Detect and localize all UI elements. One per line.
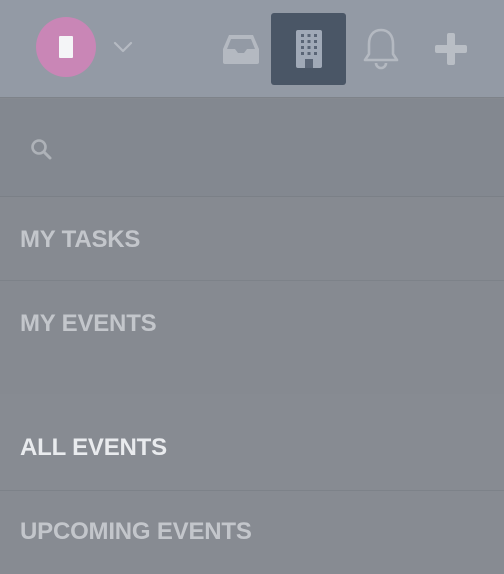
plus-icon — [434, 33, 467, 65]
nav-item-upcoming-events[interactable]: UPCOMING EVENTS — [20, 518, 252, 546]
nav-item-my-tasks[interactable]: MY TASKS — [20, 226, 140, 254]
divider — [0, 280, 504, 281]
nav-group-events — [0, 394, 504, 574]
nav-item-all-events[interactable]: ALL EVENTS — [20, 434, 167, 462]
add-button[interactable] — [413, 13, 488, 85]
search-input[interactable] — [64, 126, 488, 172]
nav-item-my-events[interactable]: MY EVENTS — [20, 310, 157, 338]
search-icon — [31, 139, 52, 160]
bell-icon — [363, 28, 398, 70]
divider — [0, 490, 504, 491]
notifications-button[interactable] — [343, 13, 418, 85]
avatar-initial-mark — [59, 36, 73, 58]
chevron-down-icon[interactable] — [112, 36, 134, 58]
building-icon — [295, 30, 322, 68]
inbox-icon — [222, 35, 259, 64]
top-bar — [0, 0, 504, 98]
inbox-button[interactable] — [203, 13, 278, 85]
building-button[interactable] — [271, 13, 346, 85]
avatar[interactable] — [36, 17, 96, 77]
